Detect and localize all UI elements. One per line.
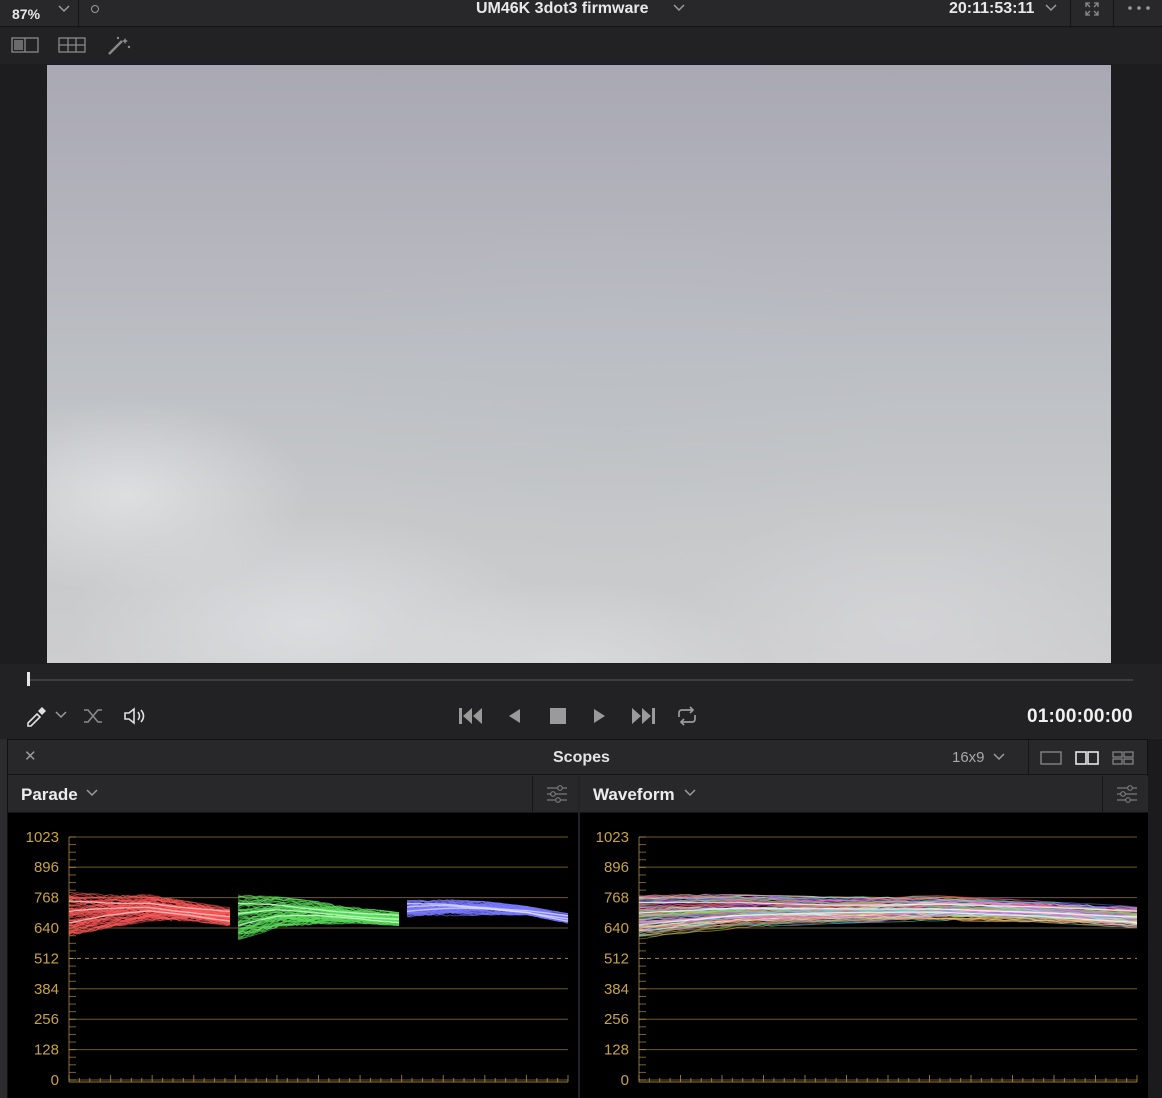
- background-panel-edge: [0, 739, 7, 1098]
- trace-luma: [638, 893, 1138, 940]
- viewer-area: [0, 64, 1162, 664]
- play-icon[interactable]: [591, 706, 609, 726]
- zoom-dropdown[interactable]: 87%: [0, 0, 78, 27]
- scale-label: 768: [34, 890, 59, 907]
- chevron-down-icon[interactable]: [673, 4, 685, 12]
- scale-label: 512: [34, 950, 59, 967]
- scale-label: 1023: [26, 829, 59, 846]
- scale-label: 640: [34, 920, 59, 937]
- go-to-end-icon[interactable]: [629, 706, 657, 726]
- scrubber-track[interactable]: [28, 679, 1133, 681]
- trace-g: [237, 894, 400, 940]
- chevron-down-icon: [58, 5, 70, 13]
- scale-label: 1023: [596, 829, 629, 846]
- loop-icon[interactable]: [675, 706, 699, 726]
- go-to-start-icon[interactable]: [457, 706, 485, 726]
- trace-b: [406, 899, 569, 924]
- scale-label: 128: [604, 1042, 629, 1059]
- play-reverse-icon[interactable]: [505, 706, 523, 726]
- chevron-down-icon[interactable]: [1045, 4, 1057, 12]
- scale-label: 768: [604, 890, 629, 907]
- trace-r: [68, 891, 231, 937]
- quad-layout-icon[interactable]: [1112, 750, 1134, 766]
- sliders-icon: [547, 785, 567, 803]
- scopes-panel: ✕ Scopes 16x9 Parade 1023 896 768 640 512 384…: [7, 739, 1148, 1098]
- viewer-toolbar: [0, 28, 1162, 64]
- viewer-title-bar: 87% UM46K 3dot3 firmware 20:11:53:11: [0, 0, 1162, 27]
- scale-label: 384: [34, 981, 59, 998]
- video-frame[interactable]: [47, 65, 1111, 663]
- source-timecode[interactable]: 20:11:53:11: [949, 0, 1034, 18]
- waveform-pane-header: Waveform: [580, 776, 1148, 813]
- scale-label: 256: [34, 1011, 59, 1028]
- parade-scope-pane: Parade 1023 896 768 640 512 384 256 128 0: [8, 776, 578, 1098]
- aspect-dropdown[interactable]: 16x9: [952, 749, 985, 766]
- magic-wand-icon[interactable]: [106, 36, 132, 56]
- separator: [1070, 0, 1071, 27]
- eyedropper-icon[interactable]: [24, 706, 48, 728]
- scale-label: 384: [604, 981, 629, 998]
- waveform-scope-pane: Waveform 1023 896 768 640 512 384 256 128 0: [580, 776, 1148, 1098]
- chevron-down-icon[interactable]: [684, 789, 696, 797]
- scope-type-dropdown[interactable]: Parade: [21, 785, 78, 805]
- scale-label: 128: [34, 1042, 59, 1059]
- scale-label: 0: [621, 1072, 629, 1089]
- record-timecode[interactable]: 01:00:00:00: [1027, 706, 1133, 728]
- audio-icon[interactable]: [122, 706, 148, 726]
- playhead[interactable]: [27, 672, 30, 686]
- background-panel-edge: [1148, 739, 1162, 1098]
- expand-icon[interactable]: [1083, 0, 1101, 18]
- scopes-header: ✕ Scopes 16x9: [8, 740, 1147, 775]
- stop-icon[interactable]: [548, 706, 568, 726]
- more-options-icon[interactable]: [1126, 0, 1152, 16]
- clip-title[interactable]: UM46K 3dot3 firmware: [476, 0, 649, 20]
- scope-settings-button[interactable]: [1102, 776, 1148, 813]
- split-view-icon[interactable]: [11, 36, 39, 54]
- scale-label: 256: [604, 1011, 629, 1028]
- scope-settings-button[interactable]: [532, 776, 578, 813]
- separator: [1113, 0, 1114, 27]
- scale-label: 640: [604, 920, 629, 937]
- separator: [78, 0, 79, 27]
- separator: [1028, 740, 1029, 775]
- scale-label: 896: [604, 859, 629, 876]
- clip-dot-icon: [91, 5, 99, 13]
- single-layout-icon[interactable]: [1040, 750, 1062, 766]
- waveform-plot: 1023 896 768 640 512 384 256 128 0: [596, 829, 1138, 1089]
- sliders-icon: [1117, 785, 1137, 803]
- dual-layout-icon[interactable]: [1075, 750, 1099, 766]
- scope-type-dropdown[interactable]: Waveform: [593, 785, 675, 805]
- scale-label: 0: [51, 1072, 59, 1089]
- zoom-value: 87%: [12, 5, 41, 22]
- chevron-down-icon[interactable]: [993, 753, 1005, 761]
- parade-pane-header: Parade: [8, 776, 578, 813]
- transport-controls: 01:00:00:00: [0, 664, 1162, 739]
- chevron-down-icon[interactable]: [55, 711, 67, 719]
- parade-plot: 1023 896 768 640 512 384 256 128 0: [26, 829, 569, 1089]
- bypass-icon[interactable]: [82, 706, 104, 726]
- close-icon[interactable]: ✕: [24, 747, 37, 765]
- grid-view-icon[interactable]: [58, 36, 86, 54]
- scopes-title: Scopes: [553, 749, 610, 766]
- scale-label: 512: [604, 950, 629, 967]
- scale-label: 896: [34, 859, 59, 876]
- chevron-down-icon[interactable]: [86, 789, 98, 797]
